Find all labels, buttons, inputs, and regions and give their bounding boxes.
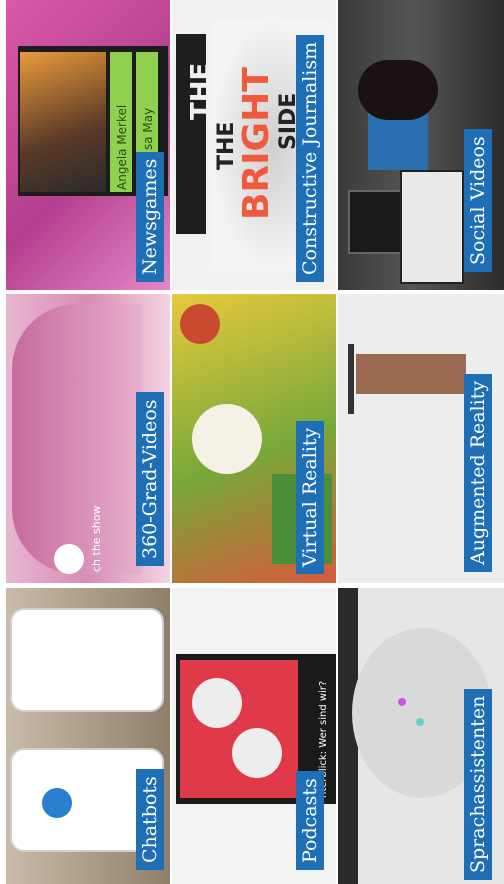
speaker-light-2 bbox=[416, 718, 424, 726]
word-bright: BRIGHT bbox=[236, 67, 277, 220]
video-caption: ch the show bbox=[90, 505, 103, 573]
tile-label: Newsgames bbox=[136, 151, 164, 282]
tile-chatbots[interactable]: Chatbots bbox=[6, 588, 170, 884]
tile-label: Chatbots bbox=[136, 769, 164, 870]
speaker-light-1 bbox=[398, 698, 406, 706]
video-wall-2 bbox=[400, 170, 464, 284]
dw-badge bbox=[54, 544, 84, 574]
word-the-1: THE bbox=[186, 62, 216, 120]
tile-label: Podcasts bbox=[296, 771, 324, 870]
tile-social-videos[interactable]: Social Videos bbox=[338, 0, 504, 290]
tile-virtual-reality[interactable]: Virtual Reality bbox=[172, 294, 336, 583]
tile-constructive-journalism[interactable]: THE THE BRIGHT SIDE Constructive Journal… bbox=[172, 0, 336, 290]
vr-ball bbox=[180, 304, 220, 344]
tile-newsgames[interactable]: Angela Merkel sa May Newsgames bbox=[6, 0, 170, 290]
ar-object bbox=[356, 354, 466, 394]
tile-360-grad-videos[interactable]: ch the show 360-Grad-Videos bbox=[6, 294, 170, 583]
face-1 bbox=[192, 678, 242, 728]
topic-grid: Angela Merkel sa May Newsgames THE THE B… bbox=[0, 0, 504, 884]
chat-logo bbox=[42, 788, 72, 818]
video-wall-1 bbox=[348, 190, 402, 254]
name-merkel: Angela Merkel bbox=[115, 104, 129, 190]
tile-label: Constructive Journalism bbox=[296, 34, 324, 282]
podcast-red bbox=[180, 660, 298, 798]
dome-shape bbox=[12, 304, 142, 574]
ar-pole bbox=[348, 344, 354, 414]
face-2 bbox=[232, 728, 282, 778]
photo-frame bbox=[20, 52, 106, 192]
tile-podcasts[interactable]: nterblick: Wer sind wir? Podcasts bbox=[172, 588, 336, 884]
vr-figure bbox=[192, 404, 262, 474]
tile-augmented-reality[interactable]: Augmented Reality bbox=[338, 294, 504, 583]
tile-sprachassistenten[interactable]: Sprachassistenten bbox=[338, 588, 504, 884]
phone-2 bbox=[10, 608, 164, 712]
tile-label: Social Videos bbox=[464, 129, 492, 272]
presenter bbox=[358, 60, 438, 120]
tile-label: 360-Grad-Videos bbox=[136, 392, 164, 566]
tile-label: Augmented Reality bbox=[464, 373, 492, 572]
tile-label: Sprachassistenten bbox=[464, 688, 492, 880]
tile-label: Virtual Reality bbox=[296, 420, 324, 574]
name-may: sa May bbox=[141, 107, 155, 150]
